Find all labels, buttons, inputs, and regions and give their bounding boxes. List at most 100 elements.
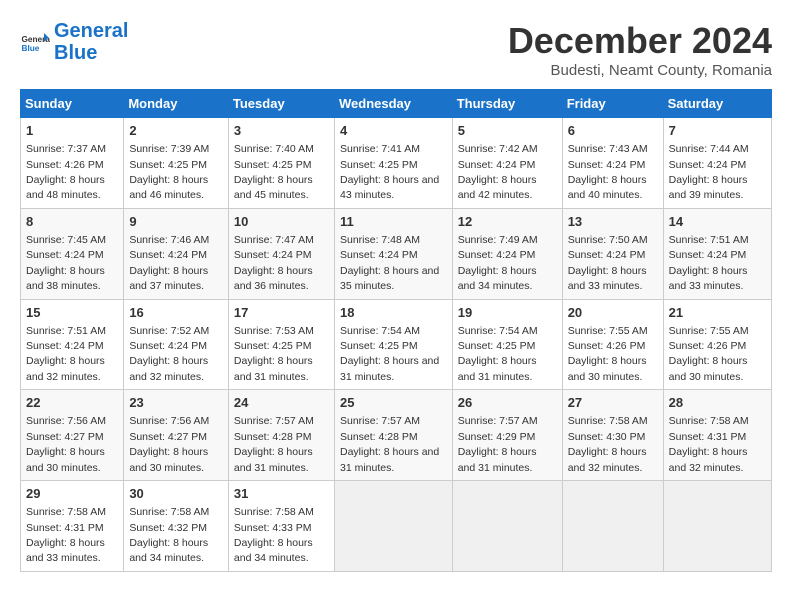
calendar-cell: 16 Sunrise: 7:52 AMSunset: 4:24 PMDaylig…	[124, 299, 229, 390]
day-info: Sunrise: 7:49 AMSunset: 4:24 PMDaylight:…	[458, 234, 538, 292]
day-number: 3	[234, 122, 329, 140]
calendar-cell: 17 Sunrise: 7:53 AMSunset: 4:25 PMDaylig…	[228, 299, 334, 390]
calendar-cell: 1 Sunrise: 7:37 AMSunset: 4:26 PMDayligh…	[21, 118, 124, 209]
day-info: Sunrise: 7:37 AMSunset: 4:26 PMDaylight:…	[26, 143, 106, 201]
calendar-cell: 3 Sunrise: 7:40 AMSunset: 4:25 PMDayligh…	[228, 118, 334, 209]
day-number: 1	[26, 122, 118, 140]
calendar-cell	[562, 481, 663, 572]
calendar-cell: 23 Sunrise: 7:56 AMSunset: 4:27 PMDaylig…	[124, 390, 229, 481]
day-info: Sunrise: 7:56 AMSunset: 4:27 PMDaylight:…	[26, 415, 106, 473]
calendar-cell: 21 Sunrise: 7:55 AMSunset: 4:26 PMDaylig…	[663, 299, 771, 390]
calendar-week-1: 1 Sunrise: 7:37 AMSunset: 4:26 PMDayligh…	[21, 118, 772, 209]
day-number: 6	[568, 122, 658, 140]
calendar-week-3: 15 Sunrise: 7:51 AMSunset: 4:24 PMDaylig…	[21, 299, 772, 390]
day-number: 30	[129, 485, 223, 503]
col-monday: Monday	[124, 90, 229, 118]
day-info: Sunrise: 7:46 AMSunset: 4:24 PMDaylight:…	[129, 234, 209, 292]
col-tuesday: Tuesday	[228, 90, 334, 118]
day-info: Sunrise: 7:52 AMSunset: 4:24 PMDaylight:…	[129, 325, 209, 383]
calendar-cell: 29 Sunrise: 7:58 AMSunset: 4:31 PMDaylig…	[21, 481, 124, 572]
day-number: 20	[568, 304, 658, 322]
calendar-cell: 8 Sunrise: 7:45 AMSunset: 4:24 PMDayligh…	[21, 208, 124, 299]
logo: General Blue General Blue	[20, 20, 128, 64]
day-number: 4	[340, 122, 447, 140]
calendar-cell: 6 Sunrise: 7:43 AMSunset: 4:24 PMDayligh…	[562, 118, 663, 209]
calendar-cell: 31 Sunrise: 7:58 AMSunset: 4:33 PMDaylig…	[228, 481, 334, 572]
day-number: 25	[340, 394, 447, 412]
day-number: 10	[234, 213, 329, 231]
calendar-cell	[452, 481, 562, 572]
day-info: Sunrise: 7:56 AMSunset: 4:27 PMDaylight:…	[129, 415, 209, 473]
day-number: 13	[568, 213, 658, 231]
day-info: Sunrise: 7:39 AMSunset: 4:25 PMDaylight:…	[129, 143, 209, 201]
calendar-cell: 14 Sunrise: 7:51 AMSunset: 4:24 PMDaylig…	[663, 208, 771, 299]
day-info: Sunrise: 7:51 AMSunset: 4:24 PMDaylight:…	[26, 325, 106, 383]
day-number: 19	[458, 304, 557, 322]
calendar-body: 1 Sunrise: 7:37 AMSunset: 4:26 PMDayligh…	[21, 118, 772, 572]
calendar-cell: 25 Sunrise: 7:57 AMSunset: 4:28 PMDaylig…	[334, 390, 452, 481]
calendar-cell: 11 Sunrise: 7:48 AMSunset: 4:24 PMDaylig…	[334, 208, 452, 299]
day-number: 18	[340, 304, 447, 322]
calendar-cell: 19 Sunrise: 7:54 AMSunset: 4:25 PMDaylig…	[452, 299, 562, 390]
calendar-header: Sunday Monday Tuesday Wednesday Thursday…	[21, 90, 772, 118]
calendar-cell: 28 Sunrise: 7:58 AMSunset: 4:31 PMDaylig…	[663, 390, 771, 481]
calendar-cell: 4 Sunrise: 7:41 AMSunset: 4:25 PMDayligh…	[334, 118, 452, 209]
day-number: 8	[26, 213, 118, 231]
day-info: Sunrise: 7:50 AMSunset: 4:24 PMDaylight:…	[568, 234, 648, 292]
day-info: Sunrise: 7:40 AMSunset: 4:25 PMDaylight:…	[234, 143, 314, 201]
day-number: 22	[26, 394, 118, 412]
calendar-cell: 24 Sunrise: 7:57 AMSunset: 4:28 PMDaylig…	[228, 390, 334, 481]
day-number: 7	[669, 122, 766, 140]
calendar-cell	[663, 481, 771, 572]
day-number: 24	[234, 394, 329, 412]
day-number: 29	[26, 485, 118, 503]
calendar-cell: 22 Sunrise: 7:56 AMSunset: 4:27 PMDaylig…	[21, 390, 124, 481]
calendar-cell: 15 Sunrise: 7:51 AMSunset: 4:24 PMDaylig…	[21, 299, 124, 390]
col-saturday: Saturday	[663, 90, 771, 118]
day-info: Sunrise: 7:57 AMSunset: 4:28 PMDaylight:…	[340, 415, 439, 473]
day-number: 28	[669, 394, 766, 412]
calendar-cell: 2 Sunrise: 7:39 AMSunset: 4:25 PMDayligh…	[124, 118, 229, 209]
calendar-cell: 10 Sunrise: 7:47 AMSunset: 4:24 PMDaylig…	[228, 208, 334, 299]
day-number: 12	[458, 213, 557, 231]
page-header: General Blue General Blue December 2024 …	[20, 20, 772, 79]
day-info: Sunrise: 7:54 AMSunset: 4:25 PMDaylight:…	[340, 325, 439, 383]
day-number: 21	[669, 304, 766, 322]
calendar-cell: 13 Sunrise: 7:50 AMSunset: 4:24 PMDaylig…	[562, 208, 663, 299]
day-number: 2	[129, 122, 223, 140]
col-sunday: Sunday	[21, 90, 124, 118]
logo-text: General Blue	[54, 20, 128, 64]
day-info: Sunrise: 7:55 AMSunset: 4:26 PMDaylight:…	[669, 325, 749, 383]
day-info: Sunrise: 7:54 AMSunset: 4:25 PMDaylight:…	[458, 325, 538, 383]
day-info: Sunrise: 7:51 AMSunset: 4:24 PMDaylight:…	[669, 234, 749, 292]
day-info: Sunrise: 7:48 AMSunset: 4:24 PMDaylight:…	[340, 234, 439, 292]
title-block: December 2024 Budesti, Neamt County, Rom…	[508, 20, 772, 79]
day-number: 31	[234, 485, 329, 503]
calendar-cell: 9 Sunrise: 7:46 AMSunset: 4:24 PMDayligh…	[124, 208, 229, 299]
col-friday: Friday	[562, 90, 663, 118]
day-info: Sunrise: 7:58 AMSunset: 4:31 PMDaylight:…	[669, 415, 749, 473]
day-info: Sunrise: 7:44 AMSunset: 4:24 PMDaylight:…	[669, 143, 749, 201]
day-info: Sunrise: 7:47 AMSunset: 4:24 PMDaylight:…	[234, 234, 314, 292]
day-info: Sunrise: 7:58 AMSunset: 4:30 PMDaylight:…	[568, 415, 648, 473]
location: Budesti, Neamt County, Romania	[508, 62, 772, 79]
calendar-cell: 12 Sunrise: 7:49 AMSunset: 4:24 PMDaylig…	[452, 208, 562, 299]
col-thursday: Thursday	[452, 90, 562, 118]
calendar-week-4: 22 Sunrise: 7:56 AMSunset: 4:27 PMDaylig…	[21, 390, 772, 481]
day-number: 16	[129, 304, 223, 322]
calendar-cell: 5 Sunrise: 7:42 AMSunset: 4:24 PMDayligh…	[452, 118, 562, 209]
calendar-cell: 30 Sunrise: 7:58 AMSunset: 4:32 PMDaylig…	[124, 481, 229, 572]
month-title: December 2024	[508, 20, 772, 62]
day-number: 23	[129, 394, 223, 412]
day-info: Sunrise: 7:41 AMSunset: 4:25 PMDaylight:…	[340, 143, 439, 201]
day-number: 27	[568, 394, 658, 412]
day-number: 15	[26, 304, 118, 322]
day-info: Sunrise: 7:55 AMSunset: 4:26 PMDaylight:…	[568, 325, 648, 383]
day-info: Sunrise: 7:58 AMSunset: 4:33 PMDaylight:…	[234, 506, 314, 564]
day-info: Sunrise: 7:53 AMSunset: 4:25 PMDaylight:…	[234, 325, 314, 383]
calendar-cell: 7 Sunrise: 7:44 AMSunset: 4:24 PMDayligh…	[663, 118, 771, 209]
day-number: 9	[129, 213, 223, 231]
day-info: Sunrise: 7:57 AMSunset: 4:29 PMDaylight:…	[458, 415, 538, 473]
calendar-table: Sunday Monday Tuesday Wednesday Thursday…	[20, 89, 772, 572]
logo-line2: Blue	[54, 42, 97, 64]
